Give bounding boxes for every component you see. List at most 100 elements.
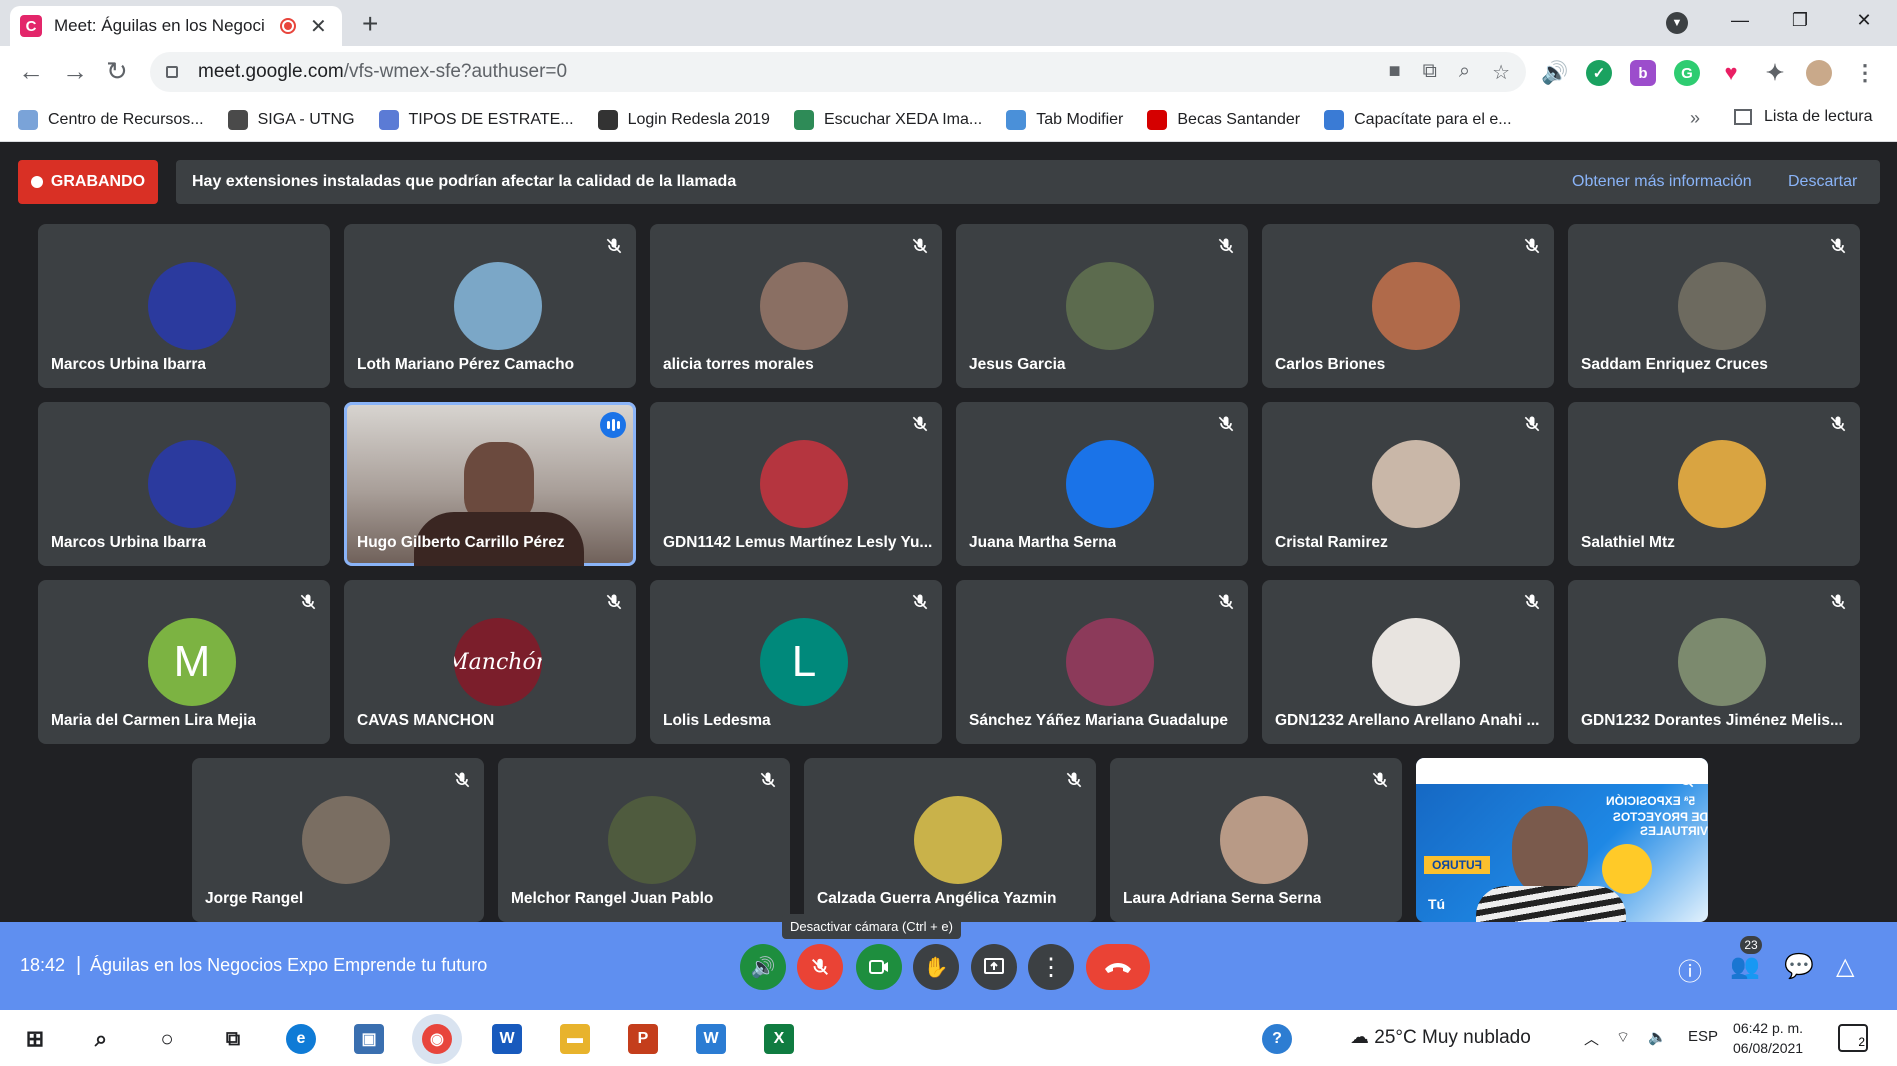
close-window-button[interactable]: ✕ (1834, 0, 1894, 40)
profile-avatar[interactable] (1806, 60, 1832, 86)
powerpoint-icon[interactable]: P (628, 1024, 658, 1054)
notifications-icon[interactable]: 2 (1838, 1024, 1868, 1052)
bookmark-item[interactable]: Centro de Recursos... (18, 109, 204, 130)
activities-icon[interactable]: △ (1836, 952, 1854, 981)
participant-tile[interactable]: alicia torres morales (650, 224, 942, 388)
participant-tile[interactable]: Jorge Rangel (192, 758, 484, 922)
participant-tile[interactable]: Sánchez Yáñez Mariana Guadalupe (956, 580, 1248, 744)
chrome-menu-icon[interactable]: ⋮ (1852, 60, 1878, 86)
volume-tray-icon[interactable]: 🔈 (1648, 1028, 1667, 1046)
participant-tile[interactable]: M Maria del Carmen Lira Mejia (38, 580, 330, 744)
participant-tile[interactable]: Melchor Rangel Juan Pablo (498, 758, 790, 922)
chrome-icon[interactable]: ◉ (422, 1024, 452, 1054)
restore-button[interactable]: ❐ (1770, 0, 1830, 40)
meeting-details-icon[interactable]: ⓘ (1678, 952, 1702, 987)
people-icon[interactable]: 👥 (1730, 952, 1760, 981)
clock-date: 06/08/2021 (1733, 1040, 1804, 1056)
zoom-icon[interactable]: ⌕ (1459, 60, 1470, 85)
participant-tile[interactable]: Salathiel Mtz (1568, 402, 1860, 566)
participant-tile[interactable]: Jesus Garcia (956, 224, 1248, 388)
extension-b-icon[interactable]: b (1630, 60, 1656, 86)
leave-call-button[interactable] (1086, 944, 1150, 990)
windows-start-icon[interactable]: ⊞ (20, 1024, 50, 1054)
reading-list-button[interactable]: Lista de lectura (1734, 108, 1873, 126)
participant-tile[interactable]: Carlos Briones (1262, 224, 1554, 388)
bookmark-item[interactable]: Capacítate para el e... (1324, 109, 1512, 130)
participant-avatar (454, 262, 542, 350)
participant-name: Maria del Carmen Lira Mejia (51, 712, 257, 729)
participant-tile[interactable]: GDN1232 Arellano Arellano Anahi ... (1262, 580, 1554, 744)
self-view-tile[interactable]: 5ª EXPOSICIÓN DE PROYECTOS VIRTUALES FUTUR… (1416, 758, 1708, 922)
extensions-puzzle-icon[interactable]: ✦ (1762, 60, 1788, 86)
present-button[interactable] (971, 944, 1017, 990)
participant-tile[interactable]: Loth Mariano Pérez Camacho (344, 224, 636, 388)
participant-tile[interactable]: Hugo Gilberto Carrillo Pérez (344, 402, 636, 566)
file-explorer-icon[interactable]: ▬ (560, 1024, 590, 1054)
participant-avatar (302, 796, 390, 884)
participant-avatar (760, 440, 848, 528)
participant-tile[interactable]: Laura Adriana Serna Serna (1110, 758, 1402, 922)
new-tab-button[interactable]: + (362, 8, 378, 40)
extension-heart-icon[interactable]: ♥ (1718, 60, 1744, 86)
more-options-button[interactable]: ⋮ (1028, 944, 1074, 990)
participant-tile[interactable]: Marcos Urbina Ibarra (38, 224, 330, 388)
cortana-icon[interactable]: ○ (152, 1024, 182, 1054)
participant-tile[interactable]: GDN1142 Lemus Martínez Lesly Yu... (650, 402, 942, 566)
word-icon[interactable]: W (492, 1024, 522, 1054)
minimize-button[interactable]: — (1710, 0, 1770, 40)
wifi-icon[interactable]: ⌔ (1616, 1028, 1630, 1047)
bookmark-item[interactable]: TIPOS DE ESTRATE... (378, 109, 574, 130)
learn-more-link[interactable]: Obtener más información (1572, 173, 1752, 191)
help-icon[interactable]: ? (1262, 1024, 1292, 1054)
tab-search-icon[interactable]: ▼ (1666, 12, 1688, 34)
mic-off-icon (910, 592, 930, 612)
search-icon[interactable]: ⌕ (86, 1024, 116, 1054)
camera-icon[interactable]: ■ (1388, 60, 1400, 85)
clock[interactable]: 06:42 p. m. 06/08/2021 (1733, 1018, 1803, 1058)
raise-hand-button[interactable]: ✋ (913, 944, 959, 990)
close-tab-icon[interactable]: ✕ (310, 14, 327, 39)
mic-off-icon (1676, 770, 1696, 790)
speaker-icon[interactable]: 🔊 (1541, 60, 1569, 86)
browser-tab[interactable]: C Meet: Águilas en los Negoci ✕ (10, 6, 342, 46)
bookmark-item[interactable]: Login Redesla 2019 (597, 109, 770, 130)
language-indicator[interactable]: ESP (1688, 1028, 1718, 1045)
participant-tile[interactable]: L Lolis Ledesma (650, 580, 942, 744)
app-w-icon[interactable]: W (696, 1024, 726, 1054)
participant-tile[interactable]: GDN1232 Dorantes Jiménez Melis... (1568, 580, 1860, 744)
bookmark-item[interactable]: Tab Modifier (1006, 109, 1123, 130)
camera-tooltip: Desactivar cámara (Ctrl + e) (782, 914, 961, 939)
store-icon[interactable]: ▣ (354, 1024, 384, 1054)
poster-line1: 5ª EXPOSICIÓN (1606, 794, 1696, 808)
participant-tile[interactable]: Juana Martha Serna (956, 402, 1248, 566)
dismiss-button[interactable]: Descartar (1788, 173, 1857, 191)
tray-chevron-icon[interactable]: ︿ (1584, 1028, 1599, 1049)
participant-tile[interactable]: Cristal Ramirez (1262, 402, 1554, 566)
chat-icon[interactable]: 💬 (1784, 952, 1814, 981)
bookmark-item[interactable]: Escuchar XEDA Ima... (793, 109, 982, 130)
back-icon[interactable]: ← (18, 56, 44, 87)
reload-icon[interactable]: ↻ (106, 56, 128, 87)
forward-icon[interactable]: → (62, 56, 88, 87)
task-view-icon[interactable]: ⧉ (218, 1024, 248, 1054)
bookmark-star-icon[interactable]: ☆ (1492, 60, 1510, 85)
bookmark-favicon-icon (378, 109, 399, 130)
participant-tile[interactable]: Saddam Enriquez Cruces (1568, 224, 1860, 388)
extension-check-icon[interactable]: ✓ (1586, 60, 1612, 86)
camera-button[interactable] (856, 944, 902, 990)
edge-icon[interactable]: e (286, 1024, 316, 1054)
audio-output-button[interactable]: 🔊 (740, 944, 786, 990)
address-bar[interactable]: meet.google.com/vfs-wmex-sfe?authuser=0 … (150, 52, 1526, 92)
bookmark-item[interactable]: Becas Santander (1147, 109, 1300, 130)
more-bookmarks-icon[interactable]: » (1690, 108, 1700, 129)
participant-tile[interactable]: Calzada Guerra Angélica Yazmin (804, 758, 1096, 922)
bookmark-item[interactable]: SIGA - UTNG (227, 109, 355, 130)
excel-icon[interactable]: X (764, 1024, 794, 1054)
banner-text: Hay extensiones instaladas que podrían a… (192, 173, 737, 190)
participant-tile[interactable]: Manchón CAVAS MANCHON (344, 580, 636, 744)
participant-tile[interactable]: Marcos Urbina Ibarra (38, 402, 330, 566)
microphone-button[interactable] (797, 944, 843, 990)
weather-widget[interactable]: ☁ 25°C Muy nublado (1350, 1026, 1531, 1049)
extension-grammar-icon[interactable]: G (1674, 60, 1700, 86)
open-in-new-icon[interactable]: ⧉ (1423, 60, 1437, 85)
